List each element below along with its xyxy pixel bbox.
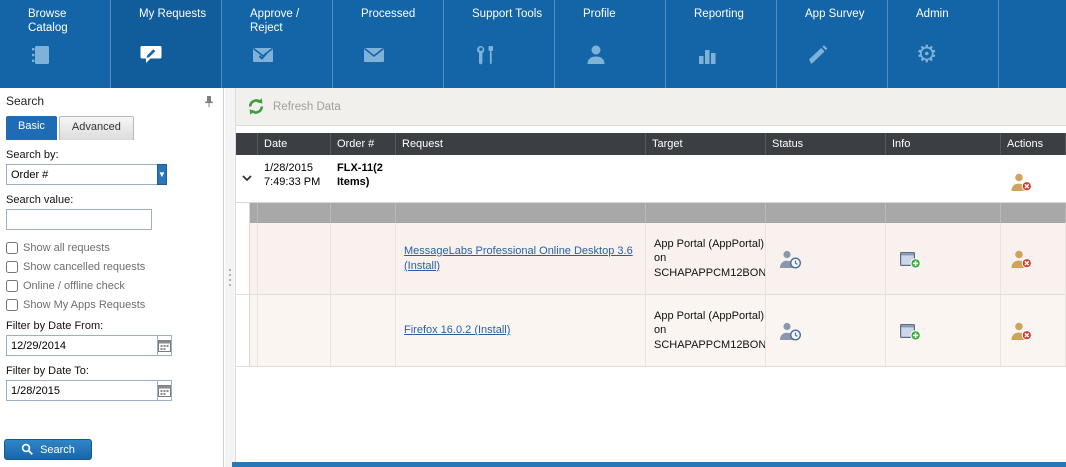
requests-grid: Date Order # Request Target Status Info … [236,133,1066,367]
search-by-value[interactable] [6,164,157,185]
date-to-input[interactable] [6,380,157,401]
target-text: App Portal (AppPortal) on SCHAPAPPCM12BO… [654,237,766,280]
nav-item-approve-reject[interactable]: Approve / Reject [222,0,333,88]
checkbox-label: Show all requests [23,242,110,254]
chat-bubble-icon [139,41,215,69]
checkbox-label: Show My Apps Requests [23,299,145,311]
main-content: Refresh Data Date Order # Request Target… [236,88,1066,467]
checkbox-show-cancelled-requests[interactable]: Show cancelled requests [6,261,223,273]
grid-header-row: Date Order # Request Target Status Info … [236,133,1066,155]
gear-icon: ⚙ [916,41,992,69]
column-header-info[interactable]: Info [886,133,1001,155]
search-value-label: Search value: [6,194,223,206]
tools-icon [472,41,548,69]
table-row: Firefox 16.0.2 (Install) App Portal (App… [236,295,1066,367]
nav-item-label: Admin [916,7,992,39]
user-pending-icon [766,295,886,366]
calendar-icon[interactable] [157,335,172,356]
search-button[interactable]: Search [4,439,92,460]
install-package-icon[interactable] [886,295,1001,366]
cancel-request-icon[interactable] [1001,295,1066,366]
refresh-data-button[interactable]: Refresh Data [273,101,341,113]
checkbox[interactable] [6,299,18,311]
search-by-label: Search by: [6,149,223,161]
cancel-request-icon[interactable] [1001,223,1066,294]
checkbox-online-offline-check[interactable]: Online / offline check [6,280,223,292]
group-row: 1/28/2015 7:49:33 PM FLX-11(2 Items) [236,155,1066,203]
chevron-down-icon[interactable]: ▼ [157,164,167,185]
envelope-check-icon [250,41,326,69]
tab-advanced[interactable]: Advanced [59,116,134,140]
nav-item-browse-catalog[interactable]: Browse Catalog [0,0,111,88]
checkbox-show-all-requests[interactable]: Show all requests [6,242,223,254]
search-panel: Search Basic Advanced Search by: ▼ Searc… [0,88,224,467]
date-to-label: Filter by Date To: [6,365,223,377]
search-button-label: Search [40,444,75,456]
table-row: MessageLabs Professional Online Desktop … [236,223,1066,295]
search-by-select[interactable]: ▼ [6,164,147,185]
search-icon [21,443,34,456]
panel-title: Search [6,94,44,108]
column-header-order[interactable]: Order # [331,133,396,155]
checkbox-label: Show cancelled requests [23,261,145,273]
nav-item-label: Support Tools [472,7,548,39]
nav-item-label: Processed [361,7,437,39]
checkbox[interactable] [6,242,18,254]
person-icon [583,41,659,69]
checkbox[interactable] [6,261,18,273]
nav-filler [999,0,1066,88]
nav-item-label: Profile [583,7,659,39]
column-header-status[interactable]: Status [766,133,886,155]
nav-item-support-tools[interactable]: Support Tools [444,0,555,88]
nav-item-label: Reporting [694,7,770,39]
horizontal-scrollbar[interactable] [232,462,1066,467]
date-from-label: Filter by Date From: [6,320,223,332]
request-link[interactable]: MessageLabs Professional Online Desktop … [404,244,637,274]
refresh-icon[interactable] [246,97,266,116]
top-nav: Browse Catalog My Requests Approve / Rej… [0,0,1066,88]
nav-item-app-survey[interactable]: App Survey [777,0,888,88]
nav-item-processed[interactable]: Processed [333,0,444,88]
column-header-expand [236,133,258,155]
checkbox[interactable] [6,280,18,292]
column-header-request[interactable]: Request [396,133,646,155]
user-pending-icon [766,223,886,294]
grid-toolbar: Refresh Data [236,88,1066,126]
checkbox-label: Online / offline check [23,280,125,292]
nav-item-admin[interactable]: Admin ⚙ [888,0,999,88]
group-date: 1/28/2015 7:49:33 PM [258,155,331,202]
nav-item-label: Browse Catalog [28,7,104,39]
chevron-down-icon[interactable] [236,155,258,202]
date-from-input[interactable] [6,335,157,356]
nav-item-label: App Survey [805,7,881,39]
bar-chart-icon [694,41,770,69]
book-icon [28,41,104,69]
nav-item-label: Approve / Reject [250,7,326,39]
column-header-target[interactable]: Target [646,133,766,155]
install-package-icon[interactable] [886,223,1001,294]
search-tabs: Basic Advanced [6,116,223,140]
checkbox-show-my-apps-requests[interactable]: Show My Apps Requests [6,299,223,311]
checkbox-list: Show all requests Show cancelled request… [6,242,223,311]
column-header-actions[interactable]: Actions [1001,133,1066,155]
calendar-icon[interactable] [157,380,172,401]
nav-item-profile[interactable]: Profile [555,0,666,88]
group-subheader-row [236,203,1066,223]
pin-icon[interactable] [203,95,215,108]
nav-item-label: My Requests [139,7,215,39]
pencil-icon [805,41,881,69]
cancel-request-icon[interactable] [1001,155,1066,202]
nav-item-reporting[interactable]: Reporting [666,0,777,88]
request-link[interactable]: Firefox 16.0.2 (Install) [404,323,510,338]
tab-basic[interactable]: Basic [6,116,57,140]
envelope-icon [361,41,437,69]
group-order-number: FLX-11(2 Items) [331,155,396,202]
panel-splitter[interactable] [225,88,236,467]
search-value-input[interactable] [6,209,152,230]
nav-item-my-requests[interactable]: My Requests [111,0,222,88]
target-text: App Portal (AppPortal) on SCHAPAPPCM12BO… [654,309,766,352]
column-header-date[interactable]: Date [258,133,331,155]
